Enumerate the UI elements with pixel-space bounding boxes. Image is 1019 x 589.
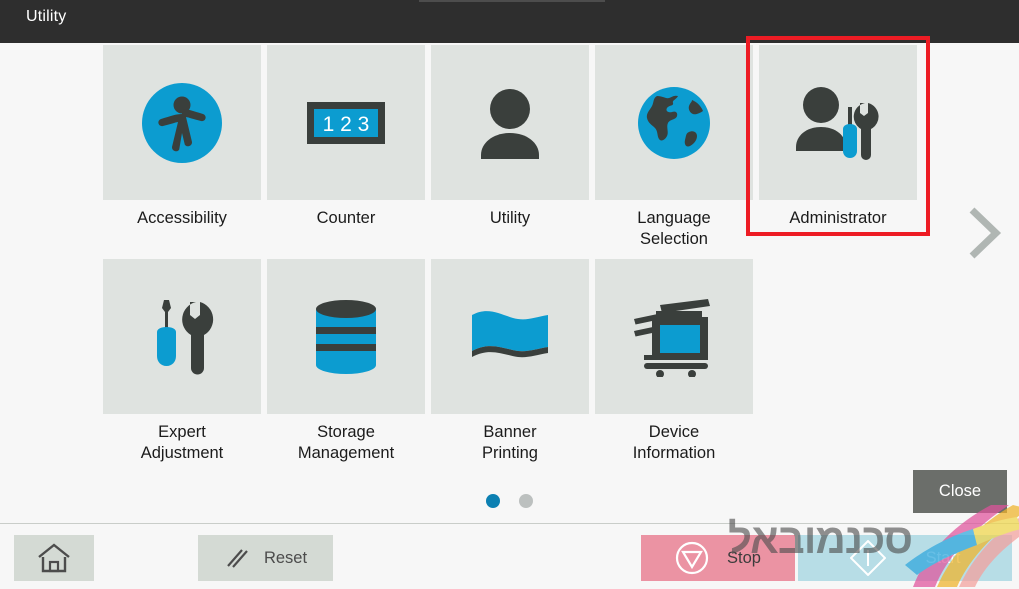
tile-thumbnail [595, 259, 753, 414]
tile-thumbnail [759, 45, 917, 200]
tile-accessibility[interactable]: Accessibility [103, 45, 261, 229]
accessibility-icon [142, 82, 222, 163]
tile-label: Utility [489, 209, 531, 227]
stop-triangle-icon [675, 541, 709, 575]
tile-thumbnail [595, 45, 753, 200]
tile-label: Device Information [632, 423, 716, 462]
tile-label: Banner Printing [482, 423, 538, 462]
home-icon [38, 543, 70, 573]
tile-administrator[interactable]: Administrator [746, 36, 930, 236]
page-title: Utility [26, 8, 67, 25]
tile-thumbnail [103, 259, 261, 414]
start-button[interactable]: Start [798, 535, 1012, 581]
stop-label: Stop [727, 548, 761, 567]
tile-device-information[interactable]: Device Information [595, 259, 753, 464]
printer-icon [634, 298, 710, 377]
banner-flag-icon [472, 310, 548, 357]
tile-thumbnail [103, 45, 261, 200]
stop-button[interactable]: Stop [641, 535, 795, 581]
reset-label: Reset [263, 548, 308, 567]
tile-thumbnail [431, 259, 589, 414]
tile-storage-management[interactable]: Storage Management [267, 259, 425, 464]
tile-label: Language Selection [637, 209, 711, 248]
tile-thumbnail [267, 259, 425, 414]
chevron-right-icon [969, 207, 1002, 259]
tile-banner-printing[interactable]: Banner Printing [431, 259, 589, 464]
globe-icon [638, 86, 710, 159]
tile-counter[interactable]: 1 2 3 Counter [267, 45, 425, 229]
tile-label: Storage Management [297, 423, 395, 462]
header-tab-indicator [419, 0, 605, 2]
tile-label: Expert Adjustment [140, 423, 224, 462]
counter-digits: 1 2 3 [323, 113, 370, 136]
tile-grid: Accessibility 1 2 3 Counter Utility Lang… [0, 36, 1019, 473]
tile-label: Administrator [789, 209, 887, 227]
reset-slashes-icon [227, 549, 248, 568]
tile-thumbnail: 1 2 3 [267, 45, 425, 200]
reset-button[interactable]: Reset [198, 535, 333, 581]
user-icon [481, 88, 539, 159]
start-label: Start [925, 548, 961, 567]
next-page-button[interactable] [962, 205, 1006, 261]
tile-utility[interactable]: Utility [431, 45, 589, 229]
database-icon [316, 299, 376, 374]
page-indicator [0, 494, 1019, 508]
administrator-tools-icon [796, 86, 879, 160]
counter-123-icon: 1 2 3 [307, 101, 385, 144]
page-dot-2[interactable] [519, 494, 533, 508]
start-diamond-icon [849, 540, 886, 576]
tile-thumbnail [431, 45, 589, 200]
utility-screen: Utility Accessibility 1 2 3 Counter Util… [0, 0, 1019, 589]
header-bar: Utility [0, 0, 1019, 43]
screwdriver-wrench-icon [157, 299, 214, 374]
tile-label: Counter [316, 209, 376, 227]
tile-label: Accessibility [137, 209, 227, 227]
close-button[interactable]: Close [913, 470, 1007, 513]
page-dot-1[interactable] [486, 494, 500, 508]
tile-expert-adjustment[interactable]: Expert Adjustment [103, 259, 261, 464]
tile-language-selection[interactable]: Language Selection [595, 45, 753, 250]
bottom-toolbar: Reset Stop Start [0, 523, 1019, 589]
home-button[interactable] [14, 535, 94, 581]
